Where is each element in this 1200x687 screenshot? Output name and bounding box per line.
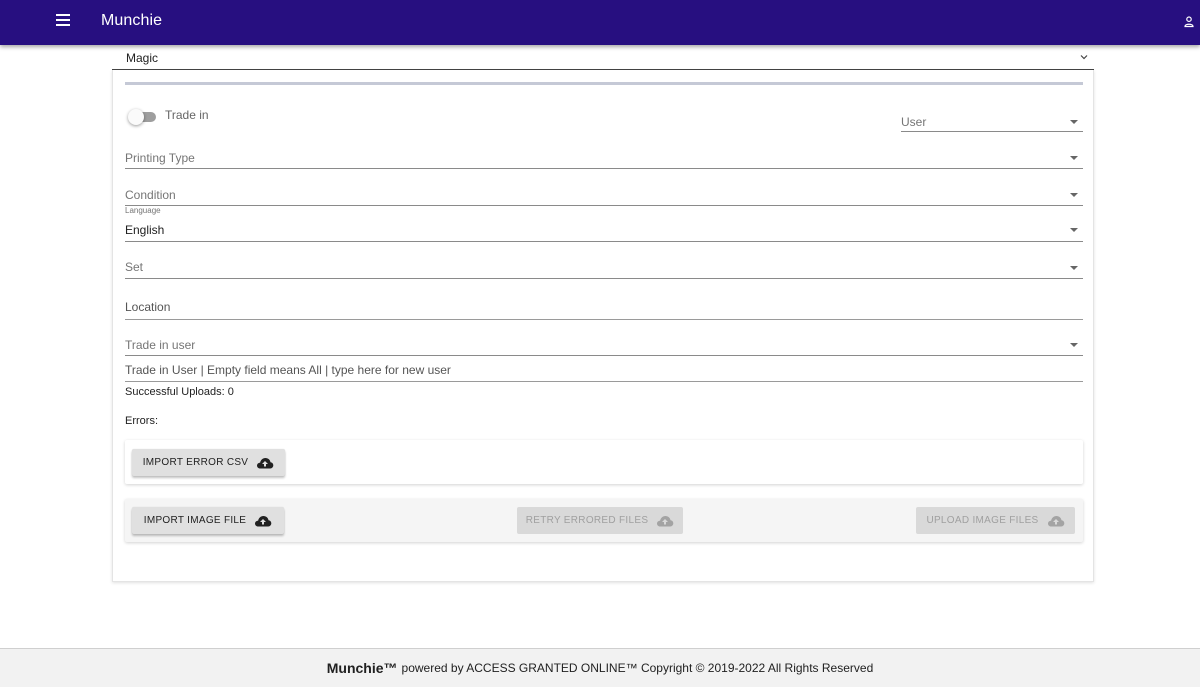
app-title: Munchie — [101, 12, 163, 29]
upload-image-files-label: UPLOAD IMAGE FILES — [926, 515, 1039, 526]
trade-in-user-hint: Trade in User | Empty field means All | … — [125, 363, 451, 377]
dropdown-arrow-icon — [1070, 156, 1078, 160]
user-select-placeholder: User — [901, 115, 927, 129]
cloud-upload-icon — [257, 457, 274, 468]
trade-in-toggle[interactable] — [128, 109, 158, 125]
person-icon[interactable] — [1184, 15, 1194, 28]
dropdown-arrow-icon — [1070, 193, 1078, 197]
import-error-csv-label: IMPORT ERROR CSV — [142, 457, 249, 468]
game-select[interactable]: Magic — [112, 45, 1094, 70]
error-csv-panel: IMPORT ERROR CSV — [125, 440, 1083, 484]
game-select-value: Magic — [126, 51, 159, 65]
footer-brand: Munchie™ — [326, 660, 398, 676]
language-select[interactable]: Language English — [125, 206, 1083, 242]
language-value: English — [125, 223, 165, 237]
image-upload-panel: IMPORT IMAGE FILE RETRY ERRORED FILES UP… — [125, 499, 1083, 542]
printing-type-select[interactable]: Printing Type — [125, 148, 1083, 169]
trade-in-user-placeholder: Trade in user — [125, 338, 196, 352]
location-placeholder: Location — [125, 300, 171, 314]
condition-placeholder: Condition — [125, 188, 176, 202]
dropdown-arrow-icon — [1070, 266, 1078, 270]
trade-in-user-select[interactable]: Trade in user — [125, 334, 1083, 356]
progress-bar — [125, 82, 1083, 85]
location-input[interactable]: Location — [125, 296, 1083, 320]
footer-copyright: powered by ACCESS GRANTED ONLINE™ Copyri… — [401, 661, 874, 675]
condition-select[interactable]: Condition — [125, 184, 1083, 206]
app-bar: Munchie — [0, 0, 1200, 45]
import-error-csv-button[interactable]: IMPORT ERROR CSV — [132, 449, 285, 476]
dropdown-arrow-icon — [1070, 120, 1078, 124]
new-user-input[interactable]: Trade in User | Empty field means All | … — [125, 360, 1083, 382]
errors-label: Errors: — [125, 415, 158, 427]
set-placeholder: Set — [125, 260, 144, 274]
upload-form-card: Trade in User Printing Type Condition La… — [112, 70, 1094, 582]
cloud-upload-icon — [255, 515, 272, 526]
printing-type-placeholder: Printing Type — [125, 151, 195, 165]
trade-in-toggle-label: Trade in — [165, 108, 209, 122]
user-select[interactable]: User — [901, 110, 1083, 132]
retry-errored-files-label: RETRY ERRORED FILES — [525, 515, 649, 526]
chevron-down-icon — [1080, 55, 1088, 60]
import-image-file-button[interactable]: IMPORT IMAGE FILE — [132, 507, 284, 534]
dropdown-arrow-icon — [1070, 228, 1078, 232]
footer: Munchie™ powered by ACCESS GRANTED ONLIN… — [0, 648, 1200, 687]
hamburger-menu-icon[interactable] — [56, 14, 74, 30]
retry-errored-files-button[interactable]: RETRY ERRORED FILES — [517, 507, 683, 534]
upload-image-files-button[interactable]: UPLOAD IMAGE FILES — [916, 507, 1075, 534]
cloud-upload-icon — [657, 515, 674, 526]
language-label: Language — [125, 206, 161, 215]
set-select[interactable]: Set — [125, 257, 1083, 279]
dropdown-arrow-icon — [1070, 343, 1078, 347]
successful-uploads-count: Successful Uploads: 0 — [125, 386, 234, 398]
cloud-upload-icon — [1047, 515, 1064, 526]
import-image-file-label: IMPORT IMAGE FILE — [143, 515, 247, 526]
